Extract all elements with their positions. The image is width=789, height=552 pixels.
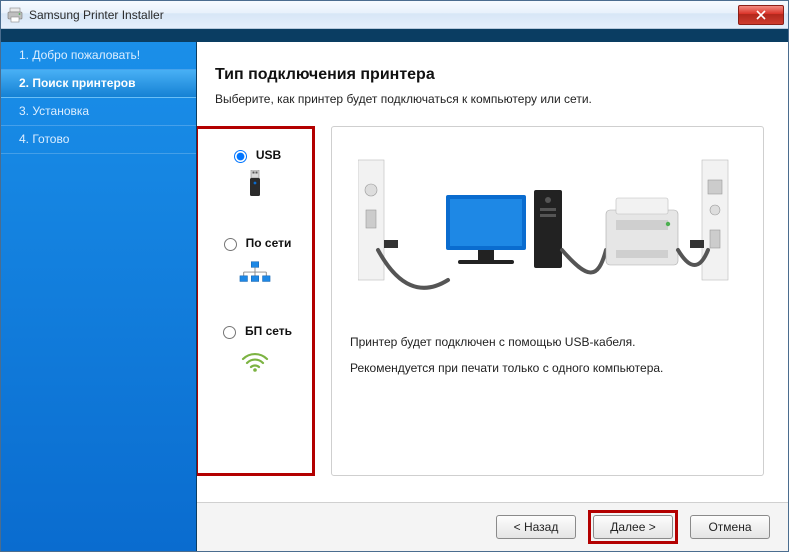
label-network[interactable]: По сети: [246, 236, 292, 250]
connection-illustration: [350, 145, 745, 315]
sidebar-step-install: 3. Установка: [1, 98, 196, 126]
back-button[interactable]: < Назад: [496, 515, 576, 539]
close-icon: [756, 10, 766, 20]
option-network[interactable]: По сети: [204, 235, 306, 287]
cancel-button[interactable]: Отмена: [690, 515, 770, 539]
page-subtitle: Выберите, как принтер будет подключаться…: [215, 92, 764, 106]
wizard-footer: < Назад Далее > Отмена: [197, 502, 788, 551]
radio-network[interactable]: [224, 238, 237, 251]
next-button[interactable]: Далее >: [593, 515, 673, 539]
radio-wireless[interactable]: [223, 326, 236, 339]
label-wireless[interactable]: БП сеть: [245, 324, 292, 338]
connection-options-highlight: USB: [197, 126, 315, 476]
connection-preview: Принтер будет подключен с помощью USB-ка…: [331, 126, 764, 476]
close-button[interactable]: [738, 5, 784, 25]
page-heading: Тип подключения принтера: [215, 66, 764, 84]
printer-app-icon: [7, 7, 23, 23]
top-strip: [1, 29, 788, 41]
sidebar: 1. Добро пожаловать! 2. Поиск принтеров …: [1, 42, 197, 551]
sidebar-step-search: 2. Поиск принтеров: [1, 70, 196, 98]
sidebar-step-welcome: 1. Добро пожаловать!: [1, 42, 196, 70]
sidebar-step-done: 4. Готово: [1, 126, 196, 154]
connection-info: Принтер будет подключен с помощью USB-ка…: [350, 335, 745, 387]
network-icon: [239, 259, 271, 287]
option-usb[interactable]: USB: [204, 147, 306, 199]
next-button-highlight: Далее >: [588, 510, 678, 544]
info-line-2: Рекомендуется при печати только с одного…: [350, 361, 745, 375]
radio-usb[interactable]: [234, 150, 247, 163]
window-title: Samsung Printer Installer: [29, 8, 738, 22]
wifi-icon: [239, 347, 271, 375]
info-line-1: Принтер будет подключен с помощью USB-ка…: [350, 335, 745, 349]
label-usb[interactable]: USB: [256, 148, 281, 162]
main-panel: Тип подключения принтера Выберите, как п…: [197, 42, 788, 551]
installer-window: Samsung Printer Installer 1. Добро пожал…: [0, 0, 789, 552]
usb-icon: [239, 171, 271, 199]
option-wireless[interactable]: БП сеть: [204, 323, 306, 375]
titlebar: Samsung Printer Installer: [1, 1, 788, 29]
